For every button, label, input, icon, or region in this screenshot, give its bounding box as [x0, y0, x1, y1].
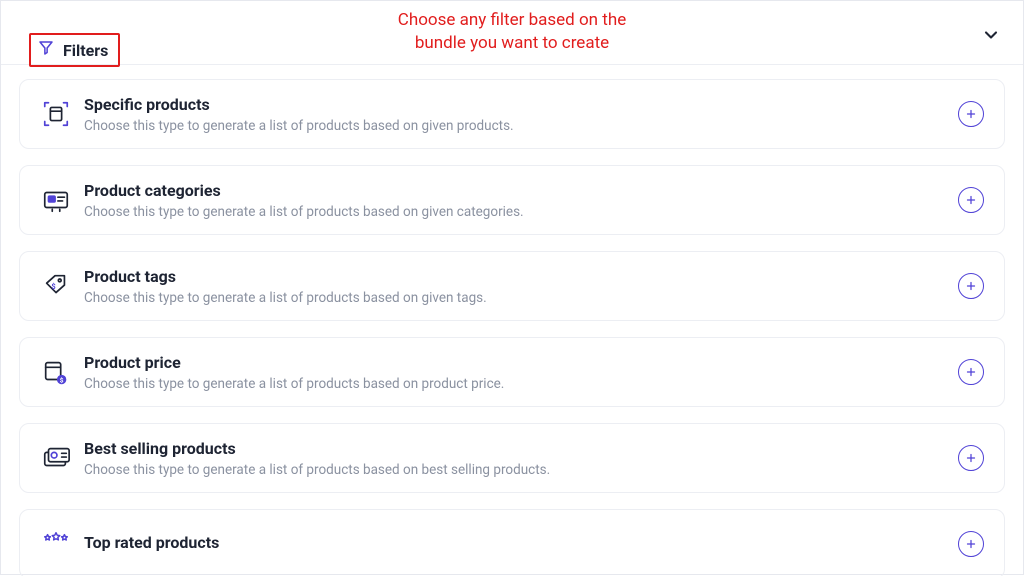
- plus-icon: [965, 277, 977, 296]
- plus-icon: [965, 535, 977, 554]
- card-desc: Choose this type to generate a list of p…: [84, 118, 958, 134]
- card-body: Best selling products Choose this type t…: [78, 439, 958, 478]
- card-title: Product price: [84, 353, 958, 372]
- panel-header: Filters Choose any filter based on the b…: [1, 1, 1023, 65]
- top-rated-icon: [34, 529, 78, 559]
- card-body: Specific products Choose this type to ge…: [78, 95, 958, 134]
- card-body: Product price Choose this type to genera…: [78, 353, 958, 392]
- hint-text: Choose any filter based on the bundle yo…: [1, 9, 1023, 55]
- card-body: Top rated products: [78, 533, 958, 556]
- filters-label: Filters: [63, 41, 108, 60]
- chevron-down-icon: [981, 30, 1001, 49]
- filters-button[interactable]: Filters: [29, 33, 120, 67]
- plus-icon: [965, 191, 977, 210]
- filter-icon: [37, 39, 55, 61]
- filter-card-specific-products[interactable]: Specific products Choose this type to ge…: [19, 79, 1005, 149]
- best-selling-icon: [34, 443, 78, 473]
- specific-products-icon: [34, 99, 78, 129]
- product-tags-icon: $: [34, 271, 78, 301]
- filters-panel: Filters Choose any filter based on the b…: [0, 0, 1024, 575]
- card-body: Product tags Choose this type to generat…: [78, 267, 958, 306]
- svg-text:$: $: [60, 376, 64, 384]
- filter-card-product-price[interactable]: $ Product price Choose this type to gene…: [19, 337, 1005, 407]
- filter-list: Specific products Choose this type to ge…: [1, 65, 1023, 576]
- product-price-icon: $: [34, 357, 78, 387]
- product-categories-icon: [34, 185, 78, 215]
- card-desc: Choose this type to generate a list of p…: [84, 376, 958, 392]
- card-title: Best selling products: [84, 439, 958, 458]
- card-desc: Choose this type to generate a list of p…: [84, 290, 958, 306]
- card-body: Product categories Choose this type to g…: [78, 181, 958, 220]
- add-filter-button[interactable]: [958, 445, 984, 471]
- svg-text:$: $: [51, 282, 55, 291]
- card-title: Product tags: [84, 267, 958, 286]
- filter-card-product-tags[interactable]: $ Product tags Choose this type to gener…: [19, 251, 1005, 321]
- add-filter-button[interactable]: [958, 273, 984, 299]
- add-filter-button[interactable]: [958, 101, 984, 127]
- add-filter-button[interactable]: [958, 359, 984, 385]
- card-title: Product categories: [84, 181, 958, 200]
- card-desc: Choose this type to generate a list of p…: [84, 204, 958, 220]
- add-filter-button[interactable]: [958, 187, 984, 213]
- plus-icon: [965, 105, 977, 124]
- filter-card-best-selling[interactable]: Best selling products Choose this type t…: [19, 423, 1005, 493]
- hint-line-1: Choose any filter based on the: [1, 9, 1023, 32]
- filter-card-product-categories[interactable]: Product categories Choose this type to g…: [19, 165, 1005, 235]
- card-desc: Choose this type to generate a list of p…: [84, 462, 958, 478]
- plus-icon: [965, 449, 977, 468]
- plus-icon: [965, 363, 977, 382]
- add-filter-button[interactable]: [958, 531, 984, 557]
- card-title: Specific products: [84, 95, 958, 114]
- card-title: Top rated products: [84, 533, 958, 552]
- collapse-toggle[interactable]: [981, 25, 1001, 49]
- hint-line-2: bundle you want to create: [1, 32, 1023, 55]
- filter-card-top-rated[interactable]: Top rated products: [19, 509, 1005, 576]
